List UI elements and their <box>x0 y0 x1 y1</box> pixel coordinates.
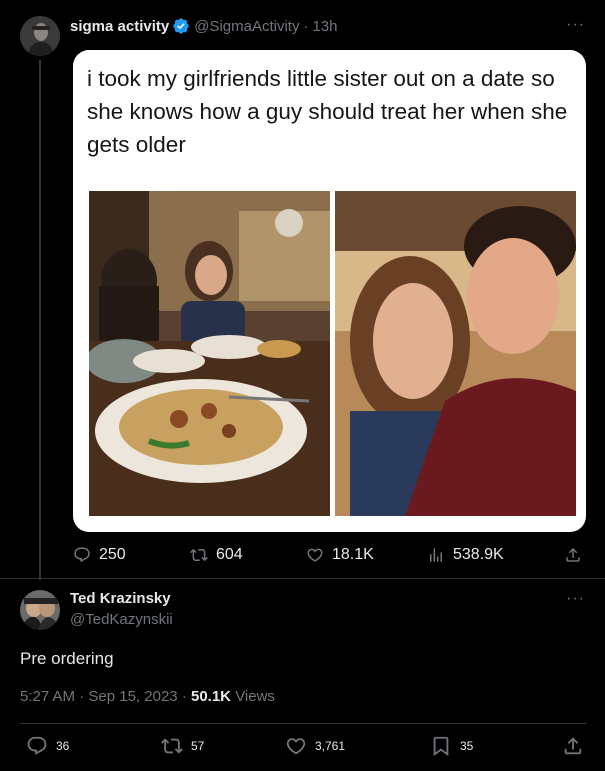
views-button[interactable]: 538.9K <box>427 545 504 565</box>
reply-icon <box>27 736 47 755</box>
tweet-date[interactable]: Sep 15, 2023 <box>88 688 177 705</box>
like-count: 18.1K <box>332 546 374 563</box>
bookmark-button[interactable]: 35 <box>430 736 474 757</box>
repost-icon <box>161 738 183 754</box>
views-count: 538.9K <box>453 546 504 563</box>
like-button[interactable]: 18.1K <box>306 545 374 565</box>
like-icon <box>307 548 323 562</box>
tweet-time[interactable]: 5:27 AM <box>20 688 75 705</box>
author-name[interactable]: Ted Krazinsky <box>70 590 171 607</box>
author-handle[interactable]: @SigmaActivity <box>194 18 299 35</box>
avatar-ted-krazinsky[interactable] <box>20 590 60 630</box>
repost-button[interactable]: 57 <box>161 736 204 756</box>
tweet1-header: sigma activity @SigmaActivity · 13h <box>70 16 338 36</box>
views-icon <box>430 548 442 562</box>
more-icon[interactable]: ··· <box>566 590 585 608</box>
share-icon <box>566 547 580 562</box>
repost-count: 604 <box>216 546 243 563</box>
like-icon <box>286 738 306 755</box>
photo-selfie <box>335 191 576 516</box>
views-count: 50.1K <box>190 688 232 705</box>
author-name[interactable]: sigma activity <box>70 18 169 35</box>
like-button[interactable]: 3,761 <box>285 736 345 756</box>
tweet-media[interactable]: i took my girlfriends little sister out … <box>73 50 586 532</box>
meme-caption: i took my girlfriends little sister out … <box>87 66 568 157</box>
repost-button[interactable]: 604 <box>190 545 243 565</box>
repost-icon <box>190 548 208 562</box>
tweet-time[interactable]: 13h <box>312 18 337 35</box>
tweet-meta: 5:27 AM · Sep 15, 2023 · 50.1K Views <box>20 688 275 705</box>
share-button[interactable] <box>562 736 584 756</box>
more-icon[interactable]: ··· <box>566 16 585 34</box>
avatar-sigma-activity[interactable] <box>20 16 60 56</box>
tweet-text: Pre ordering <box>20 649 114 668</box>
separator-dot: · <box>79 688 85 705</box>
author-handle[interactable]: @TedKazynskii <box>70 611 173 628</box>
separator-dot: · <box>303 17 309 35</box>
photo-restaurant <box>89 191 330 516</box>
views-label: Views <box>235 688 275 705</box>
repost-count: 57 <box>191 739 205 753</box>
bookmark-count: 35 <box>460 739 474 753</box>
thread-line <box>39 60 41 580</box>
reply-count: 36 <box>56 739 70 753</box>
reply-count: 250 <box>99 546 126 563</box>
bookmark-icon <box>433 736 449 757</box>
like-count: 3,761 <box>315 739 346 753</box>
share-icon <box>564 737 582 755</box>
verified-badge-icon <box>172 17 190 35</box>
separator-dot: · <box>181 688 187 705</box>
reply-icon <box>74 547 90 563</box>
reply-button[interactable]: 36 <box>26 736 69 756</box>
tweet-divider <box>0 578 605 579</box>
reply-button[interactable]: 250 <box>73 545 126 565</box>
share-button[interactable] <box>564 545 582 565</box>
meta-divider <box>20 723 587 724</box>
